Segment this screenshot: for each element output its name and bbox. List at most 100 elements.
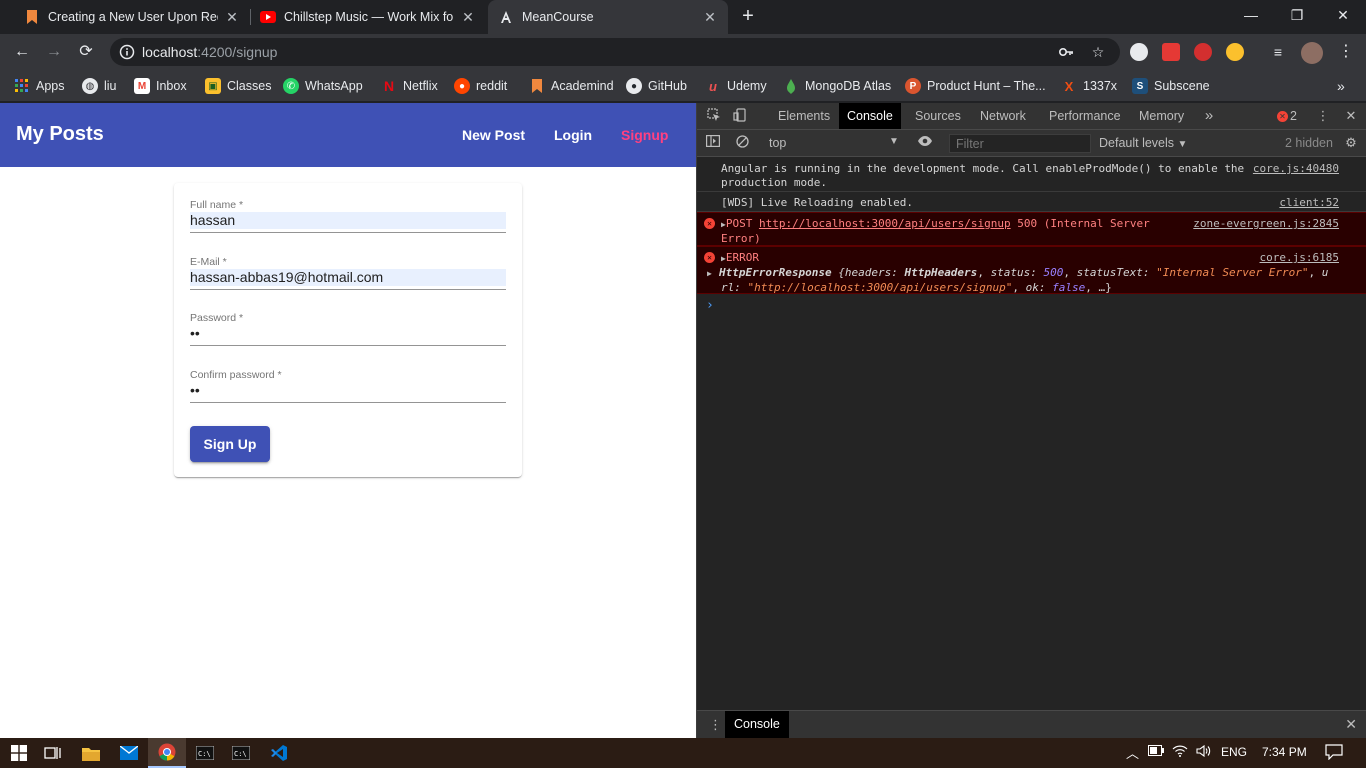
fullname-input[interactable]: hassan xyxy=(190,212,506,229)
input-underline xyxy=(190,232,506,233)
source-link[interactable]: core.js:40480 xyxy=(1253,162,1339,175)
inspect-element-icon[interactable] xyxy=(706,108,722,124)
bookmark-subscene[interactable]: S Subscene xyxy=(1132,76,1210,96)
more-tabs-icon[interactable]: » xyxy=(1201,108,1217,124)
key-icon[interactable] xyxy=(1058,44,1074,60)
extension-1-icon[interactable] xyxy=(1130,43,1148,61)
device-toolbar-icon[interactable] xyxy=(732,108,748,124)
drawer-menu-icon[interactable]: ⋮ xyxy=(709,717,722,733)
devtools-menu-icon[interactable]: ⋮ xyxy=(1315,108,1331,124)
source-link[interactable]: zone-evergreen.js:2845 xyxy=(1193,217,1339,230)
tab-elements[interactable]: Elements xyxy=(770,103,838,129)
profile-avatar[interactable] xyxy=(1301,42,1323,64)
reload-button[interactable]: ⟳ xyxy=(74,40,98,64)
chrome-taskbar-icon[interactable] xyxy=(148,738,186,768)
bookmark-netflix[interactable]: N Netflix xyxy=(381,76,438,96)
battery-icon[interactable] xyxy=(1148,745,1164,759)
file-explorer-icon[interactable] xyxy=(72,738,110,768)
dropdown-arrow-icon[interactable]: ▼ xyxy=(889,136,899,147)
task-view-icon[interactable] xyxy=(34,738,72,768)
confirm-password-input[interactable]: •• xyxy=(190,382,506,399)
bookmark-1337x[interactable]: X 1337x xyxy=(1061,76,1117,96)
close-devtools-icon[interactable]: ✕ xyxy=(1343,108,1359,124)
info-icon[interactable] xyxy=(119,44,135,60)
browser-tab-3-active[interactable]: MeanCourse ✕ xyxy=(488,0,728,34)
wifi-icon[interactable] xyxy=(1172,745,1188,760)
media-control-icon[interactable]: ≡ xyxy=(1266,40,1290,64)
filter-input[interactable]: Filter xyxy=(949,134,1091,153)
new-tab-button[interactable]: + xyxy=(737,6,759,28)
error-count[interactable]: 2 xyxy=(1290,109,1297,123)
gmail-icon: M xyxy=(134,78,150,94)
address-bar[interactable]: localhost:4200/signup ☆ xyxy=(110,38,1120,66)
password-input[interactable]: •• xyxy=(190,325,506,342)
cmd-terminal-2-icon[interactable]: C:\ xyxy=(222,738,260,768)
bookmark-github[interactable]: ● GitHub xyxy=(626,76,687,96)
close-tab-icon[interactable]: ✕ xyxy=(224,9,240,26)
back-button[interactable]: ← xyxy=(10,40,34,64)
nav-new-post[interactable]: New Post xyxy=(462,127,525,143)
mail-icon[interactable] xyxy=(110,738,148,768)
volume-icon[interactable] xyxy=(1196,744,1212,760)
console-error-post: ✕ ▶POST http://localhost:3000/api/users/… xyxy=(697,212,1366,246)
close-tab-icon[interactable]: ✕ xyxy=(702,9,718,26)
expand-object-icon[interactable]: ▶ xyxy=(707,267,719,281)
nav-login[interactable]: Login xyxy=(554,127,592,143)
bookmark-whatsapp[interactable]: ✆ WhatsApp xyxy=(283,76,363,96)
windows-start-icon[interactable] xyxy=(0,738,38,768)
console-settings-gear-icon[interactable]: ⚙ xyxy=(1343,135,1359,151)
tab-console[interactable]: Console xyxy=(839,103,901,129)
brand-link[interactable]: My Posts xyxy=(16,123,104,146)
bookmark-inbox[interactable]: M Inbox xyxy=(134,76,187,96)
browser-tab-2[interactable]: Chillstep Music — Work Mix for F ✕ xyxy=(250,0,486,34)
bookmark-liu[interactable]: ◍ liu xyxy=(82,76,117,96)
tab-sources[interactable]: Sources xyxy=(907,103,969,129)
bookmark-star-icon[interactable]: ☆ xyxy=(1090,44,1106,60)
bookmark-reddit[interactable]: ● reddit xyxy=(454,76,507,96)
tab-network[interactable]: Network xyxy=(972,103,1034,129)
request-url-link[interactable]: http://localhost:3000/api/users/signup xyxy=(759,217,1011,230)
language-indicator[interactable]: ENG xyxy=(1221,745,1247,759)
bookmark-udemy[interactable]: u Udemy xyxy=(705,76,767,96)
action-center-icon[interactable] xyxy=(1325,744,1343,763)
email-input[interactable]: hassan-abbas19@hotmail.com xyxy=(190,269,506,286)
console-message-angular: Angular is running in the development mo… xyxy=(697,158,1366,192)
sign-up-button[interactable]: Sign Up xyxy=(190,426,270,462)
console-toolbar: top ▼ Filter Default levels ▼ 2 hidden ⚙ xyxy=(697,130,1366,157)
extension-block-icon[interactable] xyxy=(1194,43,1212,61)
clear-console-icon[interactable] xyxy=(734,135,750,151)
restore-button[interactable]: ❐ xyxy=(1274,0,1320,32)
live-expression-eye-icon[interactable] xyxy=(917,135,933,151)
bookmark-apps[interactable]: Apps xyxy=(14,76,65,96)
menu-kebab-icon[interactable]: ⋮ xyxy=(1334,40,1358,64)
close-tab-icon[interactable]: ✕ xyxy=(460,9,476,26)
show-hidden-icons-chevron-icon[interactable]: ︿ xyxy=(1126,743,1139,762)
source-link[interactable]: client:52 xyxy=(1279,196,1339,209)
bookmark-mongodb[interactable]: MongoDB Atlas xyxy=(783,76,891,96)
source-link[interactable]: core.js:6185 xyxy=(1260,251,1339,264)
browser-tab-1[interactable]: Creating a New User Upon Reque ✕ xyxy=(14,0,250,34)
bookmark-academind[interactable]: Academind xyxy=(529,76,614,96)
console-prompt-icon[interactable]: › xyxy=(706,298,714,313)
show-sidebar-icon[interactable] xyxy=(705,135,721,151)
extension-tg-icon[interactable] xyxy=(1162,43,1180,61)
bookmark-producthunt[interactable]: P Product Hunt – The... xyxy=(905,76,1046,96)
bookmark-label: Product Hunt – The... xyxy=(927,79,1046,93)
tab-memory[interactable]: Memory xyxy=(1131,103,1192,129)
extension-yellow-icon[interactable] xyxy=(1226,43,1244,61)
clock[interactable]: 7:34 PM xyxy=(1262,745,1307,759)
nav-signup[interactable]: Signup xyxy=(621,127,668,143)
tab-performance[interactable]: Performance xyxy=(1041,103,1129,129)
more-bookmarks-icon[interactable]: » xyxy=(1337,76,1345,96)
drawer-tab-console[interactable]: Console xyxy=(725,711,789,738)
cmd-terminal-icon[interactable]: C:\ xyxy=(186,738,224,768)
minimize-button[interactable]: — xyxy=(1228,0,1274,32)
log-levels-dropdown[interactable]: Default levels ▼ xyxy=(1099,136,1187,150)
context-selector[interactable]: top xyxy=(769,136,786,150)
error-badge-icon[interactable]: ✕ xyxy=(1277,111,1288,122)
close-drawer-icon[interactable]: ✕ xyxy=(1345,716,1357,733)
bookmark-classes[interactable]: ▣ Classes xyxy=(205,76,271,96)
forward-button[interactable]: → xyxy=(42,40,66,64)
close-window-button[interactable]: ✕ xyxy=(1320,0,1366,32)
vscode-icon[interactable] xyxy=(260,738,298,768)
